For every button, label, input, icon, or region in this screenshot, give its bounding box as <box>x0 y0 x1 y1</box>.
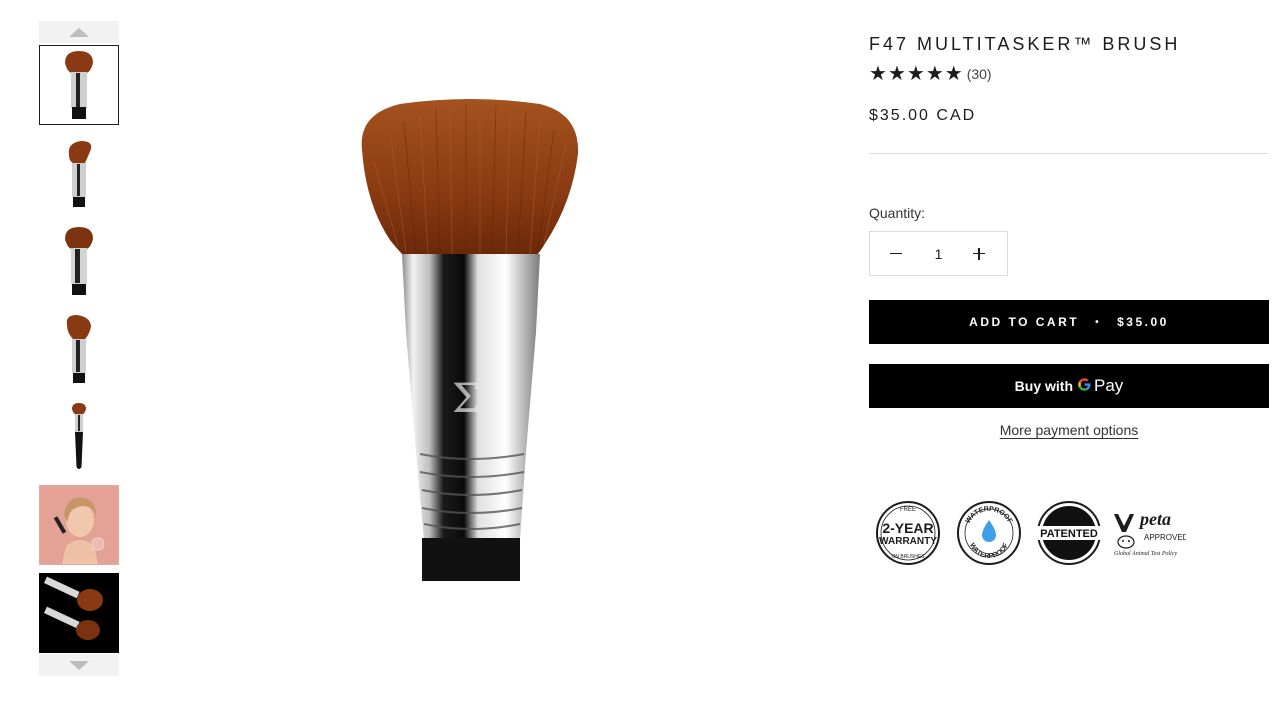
brush-thumbnail-image <box>68 141 92 207</box>
minus-icon <box>890 252 902 254</box>
thumbnail-gallery <box>39 21 119 676</box>
buy-with-label: Buy with <box>1014 378 1074 394</box>
product-info-panel: F47 MULTITASKER™ BRUSH ★ ★ ★ ★ ★ (30) $3… <box>869 34 1269 438</box>
divider <box>869 153 1269 154</box>
more-payment-options-link[interactable]: More payment options <box>1000 422 1139 438</box>
review-count[interactable]: (30) <box>967 66 992 82</box>
svg-text:WARRANTY: WARRANTY <box>879 536 937 547</box>
plus-icon-vertical <box>978 247 980 260</box>
quantity-decrease-button[interactable] <box>890 247 904 261</box>
add-to-cart-price: $35.00 <box>1117 315 1169 329</box>
separator-dot: • <box>1095 316 1102 328</box>
svg-text:Global Animal Test Policy: Global Animal Test Policy <box>1114 551 1178 557</box>
google-pay-button[interactable]: Buy with Pay <box>869 364 1269 408</box>
svg-text:Σ: Σ <box>452 376 480 422</box>
star-icon: ★ <box>869 63 887 85</box>
thumbnail-brushes-on-black[interactable] <box>39 573 119 653</box>
main-product-image[interactable]: Σ <box>340 92 600 581</box>
add-to-cart-button[interactable]: ADD TO CART • $35.00 <box>869 300 1269 344</box>
peta-approved-icon: peta APPROVED Global Animal Test Policy <box>1114 509 1186 557</box>
chevron-up-icon <box>69 27 89 37</box>
brush-thumbnail-image <box>72 403 86 469</box>
chevron-down-icon <box>69 660 89 670</box>
thumbnail-brush-full-length[interactable] <box>39 397 119 477</box>
quantity-label: Quantity: <box>869 205 926 221</box>
product-title: F47 MULTITASKER™ BRUSH <box>869 34 1181 54</box>
thumbnail-scroll-down-button[interactable] <box>39 654 119 676</box>
model-photo-image <box>40 486 118 564</box>
add-to-cart-label: ADD TO CART <box>969 315 1080 329</box>
brushes-photo-image <box>40 574 118 652</box>
svg-text:ON BRUSHES: ON BRUSHES <box>891 554 925 560</box>
brush-thumbnail-image <box>66 315 91 383</box>
pay-label: Pay <box>1094 376 1124 395</box>
thumbnail-brush-angle-side[interactable] <box>39 133 119 213</box>
quantity-stepper: 1 <box>869 231 1008 276</box>
product-rating[interactable]: ★ ★ ★ ★ ★ (30) <box>869 63 1269 85</box>
thumbnail-brush-angle-top[interactable] <box>39 221 119 301</box>
star-icon: ★ <box>925 63 944 85</box>
thumbnail-model-lifestyle-photo[interactable] <box>39 485 119 565</box>
more-payment-options: More payment options <box>869 422 1269 438</box>
thumbnail-scroll-up-button[interactable] <box>39 21 119 43</box>
svg-text:2-YEAR: 2-YEAR <box>882 520 933 536</box>
svg-text:APPROVED: APPROVED <box>1144 533 1186 542</box>
brush-main-image: Σ <box>361 99 579 581</box>
waterproof-badge-icon: WATERPROOF WATERPROOF <box>957 501 1021 565</box>
svg-text:peta: peta <box>1138 509 1171 529</box>
star-icon: ★ <box>944 63 963 85</box>
brush-thumbnail-image <box>65 227 93 295</box>
brush-thumbnail-image <box>65 51 93 119</box>
patented-badge-icon: PATENTED <box>1036 501 1102 565</box>
google-g-icon <box>1077 377 1092 396</box>
quantity-input[interactable]: 1 <box>935 246 943 262</box>
star-icon: ★ <box>906 63 925 85</box>
thumbnail-brush-angle-front[interactable] <box>39 45 119 125</box>
svg-text:FREE: FREE <box>900 507 916 513</box>
quantity-increase-button[interactable] <box>972 247 987 261</box>
product-price: $35.00 CAD <box>869 107 977 124</box>
svg-text:PATENTED: PATENTED <box>1040 528 1098 540</box>
badges-row: FREE 2-YEAR WARRANTY ON BRUSHES WATERPRO… <box>874 500 1194 566</box>
warranty-badge-icon: FREE 2-YEAR WARRANTY ON BRUSHES <box>876 501 940 565</box>
star-icon: ★ <box>887 63 906 85</box>
thumbnail-brush-angle-tilted[interactable] <box>39 309 119 389</box>
